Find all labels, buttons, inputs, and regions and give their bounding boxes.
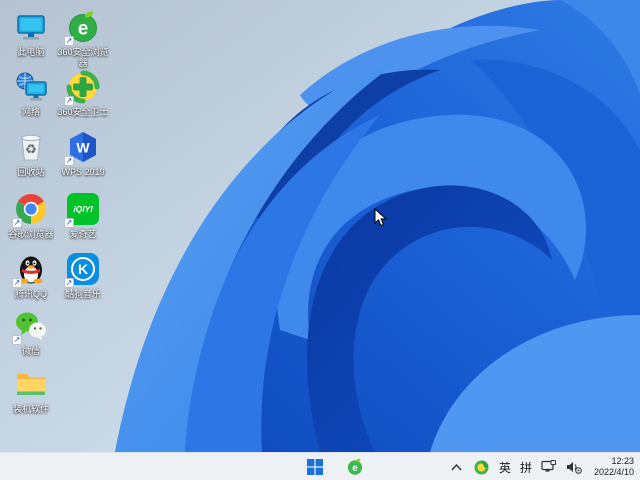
shortcut-arrow-icon: ↗ [64,36,74,46]
clock-time: 12:23 [611,456,634,466]
browser-e-glyph: e [78,19,89,40]
shortcut-arrow-icon: ↗ [64,278,74,288]
wps-w-glyph: W [76,140,90,156]
icon-label: 网络 [21,107,40,117]
360-browser-icon: e ↗ [64,10,100,46]
iqiyi-icon: iQIYI ↗ [64,192,100,228]
svg-text:♻: ♻ [25,143,37,158]
ime-pinyin-indicator[interactable]: 拼 [520,459,532,476]
icon-label: 谷歌浏览器 [8,229,54,239]
desktop-icon-wps[interactable]: W ↗ WPS 2019 [54,130,112,178]
desktop-icon-software-folder[interactable]: 装机软件 [2,367,60,415]
icon-label: 装机软件 [12,404,49,414]
desktop-icon-recycle-bin[interactable]: ♻ 回收站 [2,130,60,178]
iqiyi-logo-text: iQIYI [73,204,93,214]
desktop-icon-network[interactable]: 网络 [2,70,60,118]
taskbar-360-browser-button[interactable]: e [343,455,367,479]
qq-penguin-icon: ↗ [12,252,48,288]
desktop-icon-qq[interactable]: ↗ 腾讯QQ [2,252,60,300]
start-button[interactable] [303,455,327,479]
shortcut-arrow-icon: ↗ [12,218,22,228]
360-ball-icon [474,460,489,474]
hidden-icons-chevron[interactable] [449,459,465,475]
svg-text:e: e [352,463,358,474]
desktop-icon-360-browser[interactable]: e ↗ 360安全浏览器 [54,10,112,69]
windows-logo-icon [307,459,323,475]
folder-icon [14,367,48,401]
taskbar: e 英 拼 12:23 2022/4/10 [0,452,640,480]
taskbar-center: e [273,453,367,480]
icon-label: 回收站 [17,167,45,177]
wechat-icon: ↗ [12,309,48,345]
shortcut-arrow-icon: ↗ [64,156,74,166]
desktop-icon-iqiyi[interactable]: iQIYI ↗ 爱奇艺 [54,192,112,240]
this-pc-icon [14,10,48,44]
chevron-up-icon [451,463,462,470]
icon-label: 酷狗音乐 [64,289,101,299]
recycle-bin-icon: ♻ [14,130,48,164]
kugou-k-glyph: K [77,261,89,277]
icon-label: 360安全卫士 [57,107,109,117]
shortcut-arrow-icon: ↗ [12,335,22,345]
icon-label: 此电脑 [17,47,45,57]
chrome-icon: ↗ [12,192,48,228]
speaker-icon [566,462,582,474]
network-tray-button[interactable] [541,459,557,475]
taskbar-clock[interactable]: 12:23 2022/4/10 [591,456,634,478]
icon-label: 360安全浏览器 [57,47,109,68]
taskbar-tray: 英 拼 12:23 2022/4/10 [449,453,638,480]
desktop-icon-360-guard[interactable]: ↗ 360安全卫士 [54,70,112,118]
tray-360-icon[interactable] [474,459,490,475]
kugou-icon: K ↗ [64,252,100,288]
network-icon [14,70,48,104]
desktop-icon-kugou[interactable]: K ↗ 酷狗音乐 [54,252,112,300]
icon-label: WPS 2019 [61,167,105,177]
shortcut-arrow-icon: ↗ [64,218,74,228]
icon-label: 腾讯QQ [14,289,47,299]
shortcut-arrow-icon: ↗ [12,278,22,288]
360-guard-icon: ↗ [64,70,100,106]
ime-english-indicator[interactable]: 英 [499,459,511,476]
mouse-cursor [374,208,387,227]
wps-icon: W ↗ [64,130,100,166]
desktop-icon-chrome[interactable]: ↗ 谷歌浏览器 [2,192,60,240]
desktop-icon-wechat[interactable]: ↗ 微信 [2,309,60,357]
clock-date: 2022/4/10 [593,467,634,477]
icon-label: 微信 [21,346,40,356]
icon-label: 爱奇艺 [69,229,97,239]
shortcut-arrow-icon: ↗ [64,96,74,106]
desktop-icon-this-pc[interactable]: 此电脑 [2,10,60,58]
360-browser-taskbar-icon: e [347,458,363,475]
desktop: 此电脑 网络 ♻ 回收站 ↗ 谷歌浏览器 ↗ 腾讯QQ ↗ 微信 装机软件 e … [0,0,640,452]
ethernet-network-icon [541,460,557,472]
volume-tray-button[interactable] [566,459,582,475]
